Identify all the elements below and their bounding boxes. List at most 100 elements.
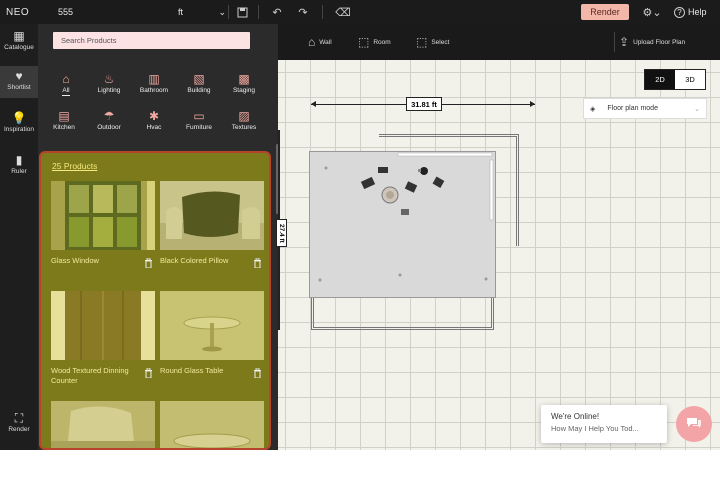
product-thumbnail-table [160,291,264,360]
help-button[interactable]: ? Help [674,0,714,24]
category-hvac[interactable]: ✱ Hvac [131,108,177,142]
eraser-icon[interactable]: ⌫ [335,0,351,24]
render-icon: ⛶ [14,411,24,425]
mode-label: Floor plan mode [607,105,658,112]
search-input[interactable] [53,32,250,49]
category-label: Building [187,87,211,94]
height-dimension-label[interactable]: 27.4 ft [276,219,287,247]
rail-item-shortlist[interactable]: ♥ Shortlist [0,66,38,98]
product-name: Black Colored Pillow [160,256,229,265]
wall-label: Wall [319,38,332,46]
category-bathroom[interactable]: ▥ Bathroom [131,71,177,105]
app-logo: NEO [6,6,30,18]
view-3d-button[interactable]: 3D [675,70,705,89]
rail-item-ruler[interactable]: ▮ Ruler [0,154,38,186]
staging-icon: ▩ [238,72,250,86]
redo-icon[interactable]: ↷ [295,0,311,24]
layers-icon: ◈ [590,105,596,113]
product-name: Round Glass Table [160,366,224,375]
door-icon: ▥ [148,72,160,86]
upload-floor-plan-button[interactable]: ⇪ Upload Floor Plan [614,32,685,52]
select-tool[interactable]: ⬚ Select [416,24,449,60]
product-thumbnail-glass-table [160,401,264,448]
help-label: Help [688,7,707,17]
trash-icon[interactable] [253,367,262,379]
product-thumbnail-pillow [160,181,264,250]
category-textures[interactable]: ▨ Textures [221,108,267,142]
lamp-icon: ♨ [103,72,115,86]
view-2d-button[interactable]: 2D [645,70,675,89]
chat-button[interactable] [676,406,712,442]
project-name[interactable]: 555 [58,0,148,24]
product-count[interactable]: 25 Products [52,161,97,171]
category-label: All [62,87,70,96]
save-icon[interactable] [234,0,250,24]
product-card[interactable]: Round Glass Table [160,291,264,379]
rail-item-label: Inspiration [4,126,34,133]
building-icon: ▧ [193,72,205,86]
wall-tool[interactable]: ⌂ Wall [308,24,332,60]
product-thumbnail-chair [51,401,155,448]
undo-icon[interactable]: ↶ [269,0,285,24]
trash-icon[interactable] [144,367,153,379]
product-card[interactable]: Wood Textured Dinning Counter [51,291,155,385]
category-staging[interactable]: ▩ Staging [221,71,267,105]
category-label: Staging [232,87,256,94]
category-lighting[interactable]: ♨ Lighting [86,71,132,105]
ruler-icon: ▮ [15,153,23,167]
wall-outline[interactable] [311,296,494,330]
textures-icon: ▨ [238,109,250,123]
left-rail: ▦ Catalogue ♥ Shortlist 💡 Inspiration ▮ … [0,24,38,450]
rail-item-label: Catalogue [4,44,34,51]
product-name: Glass Window [51,256,99,265]
product-card[interactable] [160,401,264,448]
room-label: Room [373,38,391,46]
product-card[interactable] [51,401,155,448]
all-icon: ⌂ [62,72,70,86]
help-icon: ? [674,6,685,18]
chat-popup[interactable]: We're Online! How May I Help You Tod... [541,405,667,443]
canvas-toolbar: ⌂ Wall ⬚ Room ⬚ Select ⇪ Upload Floor Pl… [278,24,720,60]
chat-title: We're Online! [551,412,600,421]
category-label: Bathroom [139,87,169,94]
product-thumbnail-counter [51,291,155,360]
rail-item-catalogue[interactable]: ▦ Catalogue [0,30,38,62]
upload-label: Upload Floor Plan [633,38,686,46]
sofa-icon: ▭ [193,109,205,123]
room-icon: ⬚ [358,35,370,49]
outdoor-icon: ☂ [103,109,115,123]
chevron-down-icon: ⌄ [694,105,700,113]
divider [322,5,323,19]
render-button[interactable]: Render [581,4,629,20]
category-label: Lighting [97,87,121,94]
rail-item-render[interactable]: ⛶ Render [0,412,38,444]
category-kitchen[interactable]: ▤ Kitchen [41,108,87,142]
room-tool[interactable]: ⬚ Room [358,24,391,60]
category-label: Hvac [146,124,162,131]
category-all[interactable]: ⌂ All [43,71,89,105]
chat-subtitle: How May I Help You Tod... [551,424,639,433]
kitchen-icon: ▤ [58,109,70,123]
top-bar: NEO 555 ft ⌄ ↶ ↷ ⌫ Render ⚙⌄ ? Help [0,0,720,24]
upload-icon: ⇪ [619,35,630,49]
furniture-group[interactable] [360,165,450,220]
settings-icon[interactable]: ⚙⌄ [642,0,662,24]
category-furniture[interactable]: ▭ Furniture [176,108,222,142]
wall-icon: ⌂ [308,35,316,49]
category-building[interactable]: ▧ Building [176,71,222,105]
trash-icon[interactable] [144,257,153,269]
width-dimension-label[interactable]: 31.81 ft [406,97,442,111]
rail-item-inspiration[interactable]: 💡 Inspiration [0,112,38,144]
product-card[interactable]: Black Colored Pillow [160,181,264,269]
unit-value: ft [178,7,184,17]
mode-dropdown[interactable]: ◈ Floor plan mode ⌄ [583,98,707,119]
trash-icon[interactable] [253,257,262,269]
chat-bubble-icon [686,416,702,433]
rail-item-label: Ruler [11,168,27,175]
unit-dropdown[interactable]: ft ⌄ [178,0,226,24]
category-outdoor[interactable]: ☂ Outdoor [86,108,132,142]
product-card[interactable]: Glass Window [51,181,155,269]
product-list: 25 Products Glass Window Black Colored P… [39,151,271,450]
select-label: Select [431,38,450,46]
category-label: Outdoor [97,124,121,131]
